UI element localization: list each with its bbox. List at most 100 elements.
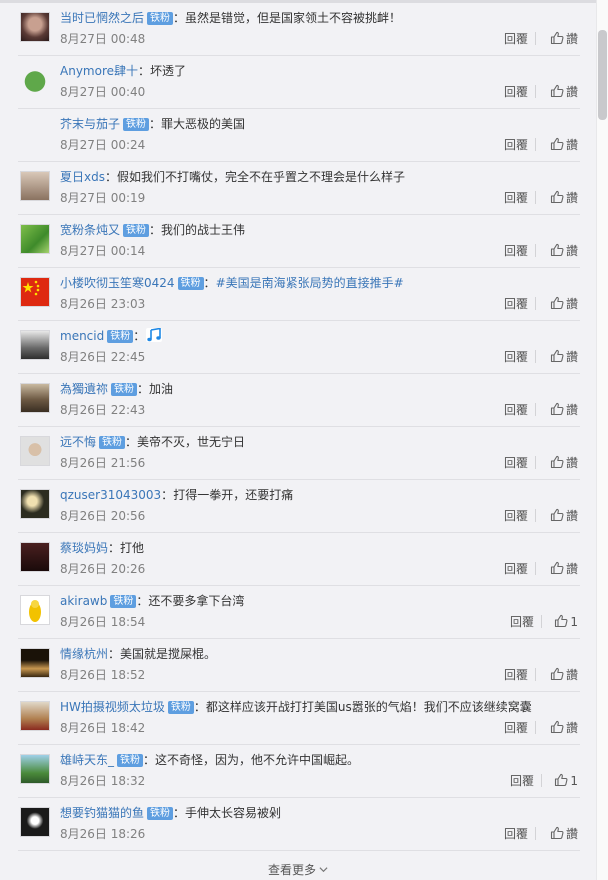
username-link[interactable]: qzuser31043003 — [60, 488, 161, 502]
comment-line: 為獨遺祢 铁粉 ：加油 — [60, 381, 173, 397]
user-avatar[interactable] — [20, 807, 50, 837]
like-button[interactable]: 讚 — [550, 402, 578, 418]
username-link[interactable]: 当时已惘然之后 — [60, 11, 144, 25]
reply-button[interactable]: 回覆 — [504, 84, 528, 100]
reply-button[interactable]: 回覆 — [504, 508, 528, 524]
thumbs-up-icon — [550, 826, 564, 840]
fan-badge[interactable]: 铁粉 — [99, 436, 126, 449]
view-more-link[interactable]: 查看更多 — [0, 860, 596, 880]
like-button[interactable]: 讚 — [550, 508, 578, 524]
like-button[interactable]: 讚 — [550, 296, 578, 312]
cartoon-figure-icon — [29, 600, 41, 622]
comment-text: 都这样应该开战打打美国us嚣张的气焰！我们不应该继续窝囊 — [205, 700, 532, 714]
like-button[interactable]: 讚 — [550, 455, 578, 471]
username-link[interactable]: mencid — [60, 329, 104, 343]
colon-separator: ： — [108, 541, 121, 555]
like-button[interactable]: 讚 — [550, 826, 578, 842]
divider — [535, 138, 536, 151]
user-avatar[interactable] — [20, 330, 50, 360]
fan-badge[interactable]: 铁粉 — [147, 807, 174, 820]
username-link[interactable]: 夏日xds — [60, 170, 105, 184]
topic-link[interactable]: #美国是南海紧张局势的直接推手# — [216, 276, 404, 290]
user-avatar[interactable] — [20, 701, 50, 731]
colon-separator: ： — [136, 594, 149, 608]
username-link[interactable]: 远不悔 — [60, 435, 96, 449]
like-button[interactable]: 讚 — [550, 349, 578, 365]
user-avatar[interactable] — [20, 436, 50, 466]
reply-button[interactable]: 回覆 — [504, 243, 528, 259]
username-link[interactable]: HW拍摄视频太垃圾 — [60, 700, 165, 714]
like-button[interactable]: 讚 — [550, 31, 578, 47]
user-avatar[interactable] — [20, 489, 50, 519]
reply-button[interactable]: 回覆 — [504, 561, 528, 577]
fan-badge[interactable]: 铁粉 — [167, 701, 194, 714]
like-button[interactable]: 讚 — [550, 190, 578, 206]
like-button[interactable]: 讚 — [550, 667, 578, 683]
username-link[interactable]: 為獨遺祢 — [60, 382, 108, 396]
thumbs-up-icon — [550, 455, 564, 469]
reply-button[interactable]: 回覆 — [504, 667, 528, 683]
username-link[interactable]: 宽粉条炖又 — [60, 223, 120, 237]
fan-badge[interactable]: 铁粉 — [111, 383, 138, 396]
like-button[interactable]: 讚 — [550, 561, 578, 577]
like-button[interactable]: 讚 — [550, 720, 578, 736]
like-button[interactable]: 讚 — [550, 137, 578, 153]
like-label: 讚 — [565, 191, 578, 205]
like-button[interactable]: 1 — [554, 773, 578, 789]
fan-badge[interactable]: 铁粉 — [123, 224, 150, 237]
scrollbar-thumb[interactable] — [598, 30, 607, 120]
user-avatar[interactable] — [20, 542, 50, 572]
username-link[interactable]: 情缘杭州 — [60, 647, 108, 661]
like-button[interactable]: 1 — [554, 614, 578, 630]
username-link[interactable]: 雄峙天东_ — [60, 753, 114, 767]
username-link[interactable]: 蔡琰妈妈 — [60, 541, 108, 555]
username-link[interactable]: 想要钓猫猫的鱼 — [60, 806, 144, 820]
reply-button[interactable]: 回覆 — [504, 349, 528, 365]
username-link[interactable]: 芥末与茄子 — [60, 117, 120, 131]
user-avatar[interactable] — [20, 648, 50, 678]
colon-separator: ： — [173, 806, 186, 820]
comment-line: 当时已惘然之后 铁粉 ：虽然是错觉，但是国家领土不容被挑衅！ — [60, 10, 401, 26]
reply-button[interactable]: 回覆 — [510, 614, 534, 630]
username-link[interactable]: 小楼吹彻玉笙寒0424 — [60, 276, 175, 290]
username-link[interactable]: Anymore肆十 — [60, 64, 138, 78]
user-avatar[interactable] — [20, 118, 50, 148]
reply-button[interactable]: 回覆 — [510, 773, 534, 789]
thumbs-up-icon — [550, 243, 564, 257]
scrollbar[interactable] — [596, 0, 608, 880]
user-avatar[interactable] — [20, 754, 50, 784]
comment-time: 8月26日 18:42 — [60, 721, 146, 735]
user-avatar[interactable] — [20, 595, 50, 625]
fan-badge[interactable]: 铁粉 — [123, 118, 150, 131]
reply-button[interactable]: 回覆 — [504, 826, 528, 842]
like-button[interactable]: 讚 — [550, 243, 578, 259]
divider — [535, 827, 536, 840]
username-link[interactable]: akirawb — [60, 594, 107, 608]
fan-badge[interactable]: 铁粉 — [117, 754, 144, 767]
comment-line: mencid 铁粉： — [60, 328, 163, 344]
user-avatar[interactable] — [20, 65, 50, 95]
reply-button[interactable]: 回覆 — [504, 296, 528, 312]
reply-button[interactable]: 回覆 — [504, 455, 528, 471]
user-avatar[interactable] — [20, 12, 50, 42]
comment-line: 想要钓猫猫的鱼 铁粉 ：手伸太长容易被剁 — [60, 805, 281, 821]
reply-button[interactable]: 回覆 — [504, 402, 528, 418]
reply-button[interactable]: 回覆 — [504, 31, 528, 47]
reply-button[interactable]: 回覆 — [504, 137, 528, 153]
like-label: 讚 — [565, 138, 578, 152]
fan-badge[interactable]: 铁粉 — [107, 330, 134, 343]
comment-time: 8月26日 22:43 — [60, 403, 146, 417]
reply-button[interactable]: 回覆 — [504, 720, 528, 736]
user-avatar[interactable] — [20, 224, 50, 254]
like-button[interactable]: 讚 — [550, 84, 578, 100]
colon-separator: ： — [203, 276, 216, 290]
user-avatar[interactable] — [20, 383, 50, 413]
reply-button[interactable]: 回覆 — [504, 190, 528, 206]
user-avatar[interactable] — [20, 171, 50, 201]
fan-badge[interactable]: 铁粉 — [110, 595, 137, 608]
fan-badge[interactable]: 铁粉 — [177, 277, 204, 290]
comment-row: 蔡琰妈妈：打他 8月26日 20:26 回覆 讚 — [18, 534, 580, 586]
fan-badge[interactable]: 铁粉 — [147, 12, 174, 25]
thumbs-up-icon — [550, 296, 564, 310]
user-avatar[interactable] — [20, 277, 50, 307]
